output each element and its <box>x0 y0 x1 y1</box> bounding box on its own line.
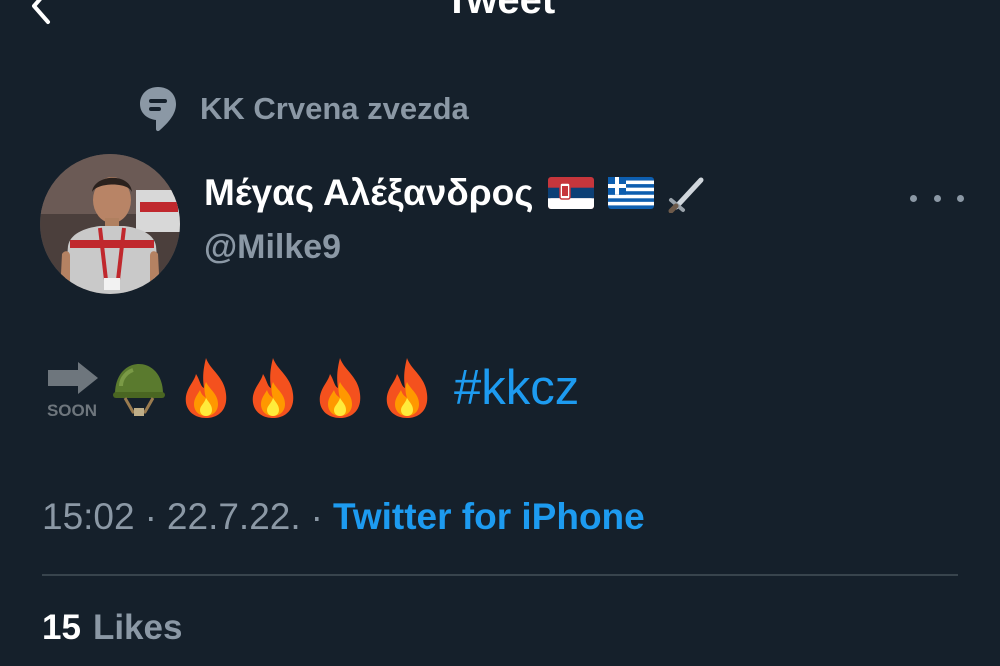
flag-serbia-icon <box>547 177 594 209</box>
fire-icon <box>185 358 227 418</box>
more-dot <box>933 194 941 202</box>
soon-arrow-icon: SOON <box>47 362 98 420</box>
meta-separator: · <box>310 496 323 537</box>
social-context[interactable]: KK Crvena zvezda <box>138 84 469 134</box>
display-name-text: Μέγας Αλέξανδρος <box>204 172 534 213</box>
fire-icon <box>252 358 294 418</box>
divider <box>42 574 958 576</box>
likes-count: 15 <box>42 608 81 647</box>
page-title: Tweet <box>444 0 556 22</box>
tweet-detail-screen: Tweet KK Crvena zvezda Μέγας Αλέξανδρος … <box>0 0 1000 666</box>
author-handle[interactable]: @Milke9 <box>204 228 341 267</box>
military-helmet-icon <box>113 364 165 416</box>
tweet-date: 22.7.22. <box>166 496 301 537</box>
tweet-source-link[interactable]: Twitter for iPhone <box>333 496 645 538</box>
topic-icon <box>140 87 176 132</box>
hashtag-link[interactable]: #kkcz <box>454 363 579 413</box>
avatar[interactable] <box>40 154 180 294</box>
fire-icon <box>319 358 361 418</box>
svg-text:SOON: SOON <box>47 401 97 420</box>
flag-greece-icon <box>607 177 654 209</box>
tweet-text: SOON #kkcz <box>44 352 579 424</box>
more-dot <box>957 194 964 202</box>
more-dot <box>910 194 917 202</box>
dagger-icon <box>668 177 703 213</box>
topic-label: KK Crvena zvezda <box>200 91 469 126</box>
likes-label: Likes <box>92 608 183 647</box>
author-name[interactable]: Μέγας Αλέξανδρος <box>204 172 708 214</box>
top-bar: Tweet <box>0 0 1000 52</box>
avatar-photo <box>40 154 180 294</box>
more-options-icon[interactable] <box>910 180 964 216</box>
tweet-time: 15:02 <box>42 496 135 537</box>
meta-separator: · <box>144 496 157 537</box>
fire-icon <box>386 358 428 418</box>
tweet-meta: 15:02 · 22.7.22. · Twitter for iPhone <box>42 494 645 540</box>
likes-stat[interactable]: 15 Likes <box>42 608 182 648</box>
